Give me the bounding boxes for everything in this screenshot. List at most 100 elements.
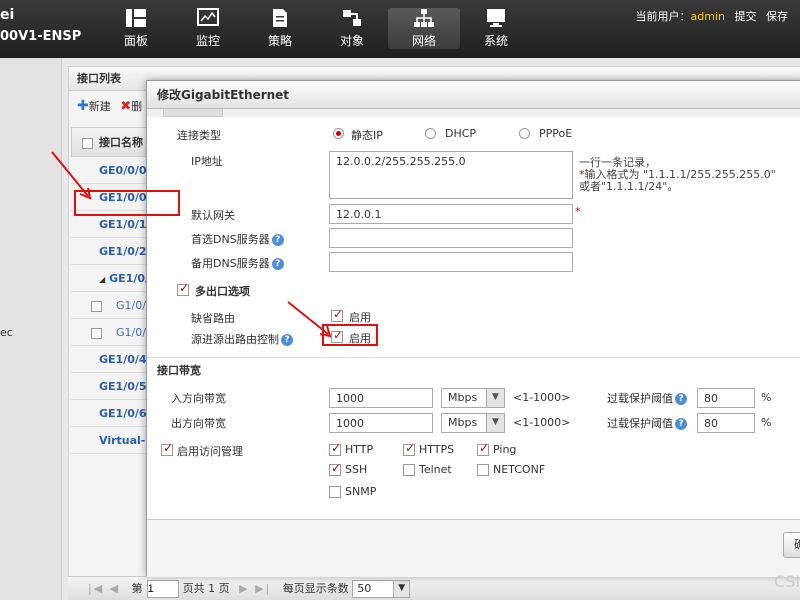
header-interface-name: 接口名称 [99, 136, 143, 149]
help-icon[interactable]: ? [675, 393, 687, 405]
nav-label: 策略 [267, 34, 292, 48]
pppoe-label: PPPoE [539, 127, 573, 140]
nav-object[interactable]: 对象 [316, 8, 388, 49]
submit-link[interactable]: 提交 [735, 10, 757, 23]
nav-system[interactable]: 系统 [460, 8, 532, 49]
hint-line: 或者"1.1.1.1/24"。 [579, 180, 679, 193]
delete-label: 删 [131, 100, 143, 113]
overload-label: 过载保护阈值 [607, 392, 673, 405]
access-mgmt-checkbox[interactable] [161, 441, 173, 456]
table-row[interactable]: GE1/0/4 [71, 346, 151, 373]
new-button[interactable]: ✚新建 [77, 98, 111, 114]
http-checkbox[interactable] [329, 441, 341, 456]
conn-type-label: 连接类型 [177, 129, 221, 142]
table-header: 接口名称 [71, 127, 151, 157]
netconf-checkbox[interactable] [477, 464, 489, 476]
page-next-arrows-icon[interactable]: ▶ ▶| [239, 582, 271, 595]
table-row[interactable]: GE1/0/6 [71, 400, 151, 427]
out-bandwidth-input[interactable]: 1000 [329, 413, 433, 433]
default-route-label: 缺省路由 [191, 312, 235, 325]
in-bandwidth-label: 入方向带宽 [171, 392, 226, 405]
https-checkbox[interactable] [403, 441, 415, 456]
dns2-input[interactable] [329, 252, 573, 272]
brand: ei 00V1-ENSP [0, 6, 81, 46]
chevron-down-icon: ▼ [486, 414, 504, 432]
table-row-group[interactable]: ◢ GE1/0/ [71, 265, 151, 292]
ok-button[interactable]: 确 [783, 532, 800, 558]
nav-policy[interactable]: 策略 [244, 8, 316, 49]
help-icon[interactable]: ? [675, 418, 687, 430]
ip-format-hint: 一行一条记录， *输入格式为 "1.1.1.1/255.255.255.0" 或… [579, 157, 776, 193]
table-row[interactable]: GE1/0/2( [71, 238, 151, 265]
ping-checkbox[interactable] [477, 441, 489, 456]
in-overload-input[interactable]: 80 [697, 388, 755, 408]
radio-pppoe[interactable] [519, 128, 530, 139]
nav-label: 系统 [483, 34, 508, 48]
nav-dashboard[interactable]: 面板 [100, 8, 172, 49]
percent-sign: % [761, 391, 772, 404]
table-row[interactable]: G1/0/1 [71, 292, 151, 319]
nav-network[interactable]: 网络 [388, 8, 460, 49]
multi-exit-label: 多出口选项 [195, 285, 250, 298]
row-checkbox[interactable] [91, 327, 102, 339]
snmp-checkbox[interactable] [329, 486, 341, 498]
table-row[interactable]: GE0/0/0( [71, 157, 151, 184]
chevron-down-icon: ▼ [486, 389, 504, 407]
multi-exit-checkbox[interactable] [177, 281, 189, 296]
highlight-box-enable [322, 324, 378, 346]
help-icon[interactable]: ? [271, 234, 284, 246]
dns1-label-wrap: 首选DNS服务器? [191, 231, 284, 247]
delete-icon: ✖ [120, 99, 132, 114]
src-route-label-wrap: 源进源出路由控制? [191, 331, 293, 347]
current-user-label: 当前用户： [635, 10, 691, 23]
nav-label: 对象 [339, 34, 364, 48]
ssh-checkbox[interactable] [329, 461, 341, 476]
device-model: 00V1-ENSP [0, 29, 82, 44]
nav-monitor[interactable]: 监控 [172, 8, 244, 49]
left-nav-text: ec [0, 326, 13, 339]
dns1-input[interactable] [329, 228, 573, 248]
percent-sign: % [761, 416, 772, 429]
per-page-select[interactable]: 50 ▼ [352, 580, 411, 598]
gateway-input[interactable]: 12.0.0.1 [329, 204, 573, 224]
per-page-value: 50 [357, 582, 372, 595]
telnet-label: Telnet [419, 463, 452, 476]
system-icon [487, 9, 505, 27]
page-number-input[interactable] [146, 580, 179, 598]
table-row[interactable]: Virtual-if [71, 427, 151, 454]
dialog-body: 连接类型 静态IP DHCP PPPoE IP地址 12.0.0.2/255.2… [147, 117, 800, 521]
table-row[interactable]: GE1/0/5 [71, 373, 151, 400]
in-bandwidth-input[interactable]: 1000 [329, 388, 433, 408]
ip-address-textarea[interactable]: 12.0.0.2/255.255.255.0 [329, 151, 573, 199]
nav-label: 监控 [195, 34, 220, 48]
radio-static-ip[interactable] [333, 128, 344, 139]
delete-button[interactable]: ✖删 [120, 99, 143, 114]
https-label: HTTPS [419, 443, 455, 456]
radio-dhcp[interactable] [425, 128, 436, 139]
telnet-checkbox[interactable] [403, 464, 415, 476]
out-bandwidth-unit-select[interactable]: Mbps ▼ [441, 413, 505, 433]
table-row[interactable]: G1/0/1 [71, 319, 151, 346]
help-icon[interactable]: ? [271, 258, 284, 270]
default-route-checkbox[interactable] [331, 307, 343, 322]
dialog-footer: 确 [147, 519, 800, 577]
gateway-label: 默认网关 [191, 209, 235, 222]
nav-label: 网络 [411, 34, 436, 48]
save-link[interactable]: 保存 [766, 10, 788, 23]
in-bandwidth-unit-select[interactable]: Mbps ▼ [441, 388, 505, 408]
chevron-down-icon: ▼ [393, 581, 410, 597]
pagination-bar: |◀ ◀ 第 页共 1 页 ▶ ▶| 每页显示条数 50 ▼ [68, 576, 800, 600]
help-icon[interactable]: ? [281, 334, 293, 346]
default-route-enable-label: 启用 [349, 311, 371, 324]
brand-name: ei [0, 7, 15, 23]
ssh-label: SSH [345, 463, 368, 476]
dialog-tab[interactable] [163, 109, 223, 117]
select-all-checkbox[interactable] [82, 137, 93, 149]
highlight-box-interface [74, 190, 180, 216]
out-overload-input[interactable]: 80 [697, 413, 755, 433]
main-nav: 面板 监控 策略 对象 网络 系统 [100, 8, 532, 49]
dialog-tab-strip [147, 109, 800, 117]
row-checkbox[interactable] [91, 300, 102, 312]
page-nav-arrows-icon[interactable]: |◀ ◀ [88, 582, 120, 595]
collapse-triangle-icon[interactable]: ◢ [99, 275, 105, 284]
